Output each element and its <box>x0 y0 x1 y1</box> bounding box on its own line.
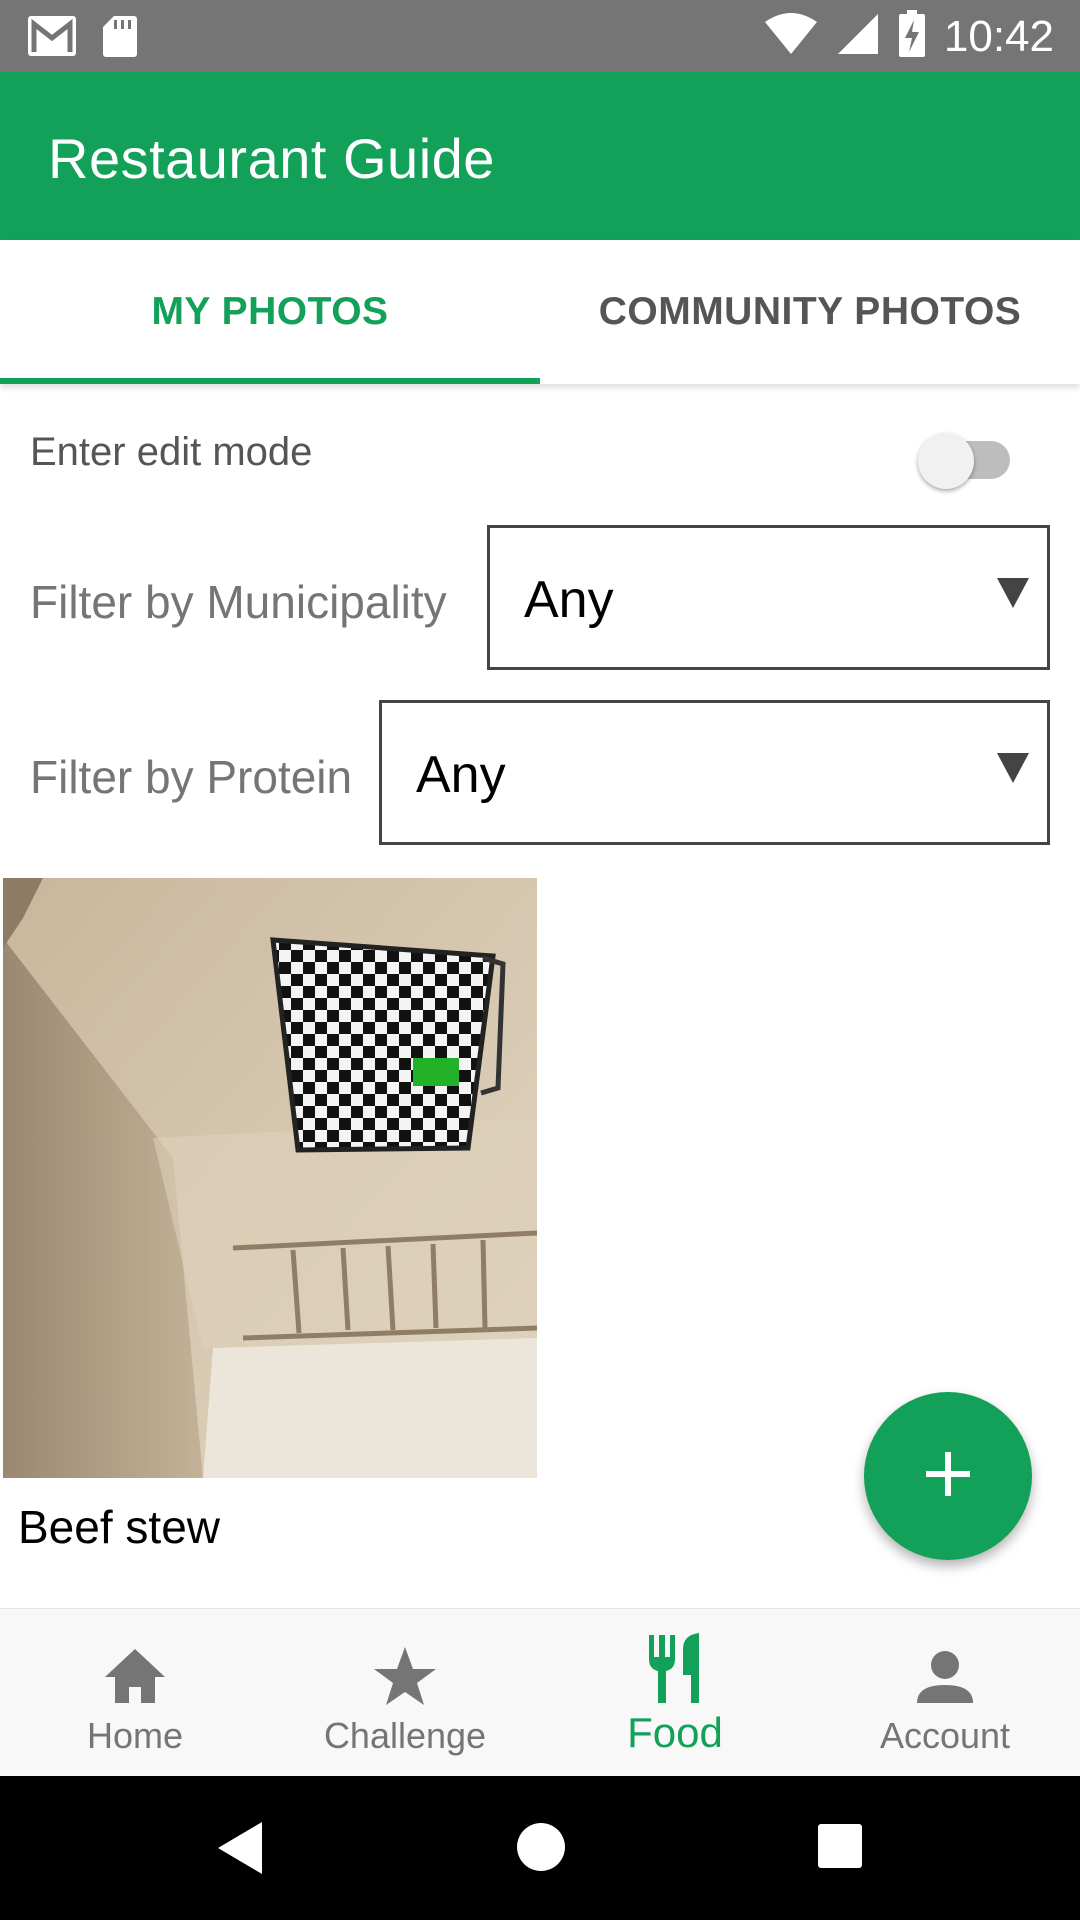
home-circle-icon[interactable] <box>516 1822 566 1877</box>
edit-mode-switch[interactable] <box>918 433 1014 489</box>
tab-indicator <box>0 378 540 384</box>
protein-select[interactable]: Any <box>379 700 1050 845</box>
nav-item-account[interactable]: Account <box>810 1609 1080 1777</box>
status-time: 10:42 <box>943 11 1054 61</box>
nav-item-home[interactable]: Home <box>0 1609 270 1777</box>
app-bar: Restaurant Guide <box>0 72 1080 240</box>
photo-thumbnail[interactable] <box>3 878 537 1478</box>
gmail-icon <box>26 14 78 63</box>
sd-card-icon <box>102 14 138 63</box>
add-photo-button[interactable] <box>864 1392 1032 1560</box>
municipality-select[interactable]: Any <box>487 525 1050 670</box>
fork-knife-icon <box>635 1629 715 1709</box>
star-icon <box>365 1637 445 1717</box>
protein-filter-label: Filter by Protein <box>30 751 353 803</box>
dropdown-arrow-icon <box>997 578 1029 608</box>
dropdown-arrow-icon <box>997 753 1029 783</box>
nav-item-food[interactable]: Food <box>540 1609 810 1777</box>
app-title: Restaurant Guide <box>48 127 495 190</box>
tab-community-photos[interactable]: COMMUNITY PHOTOS <box>540 240 1080 384</box>
back-icon[interactable] <box>216 1820 264 1881</box>
nav-label-food: Food <box>627 1709 723 1756</box>
plus-icon <box>924 1450 972 1503</box>
wifi-icon <box>764 12 818 61</box>
municipality-filter-label: Filter by Municipality <box>30 576 447 628</box>
battery-charging-icon <box>898 10 926 63</box>
photo-caption: Beef stew <box>18 1501 220 1553</box>
nav-label-challenge: Challenge <box>323 1715 487 1756</box>
person-icon <box>905 1637 985 1717</box>
tab-bar: MY PHOTOS COMMUNITY PHOTOS <box>0 240 1080 384</box>
nav-item-challenge[interactable]: Challenge <box>270 1609 540 1777</box>
system-navigation-bar <box>0 1776 1080 1920</box>
switch-thumb <box>918 433 974 489</box>
nav-label-account: Account <box>879 1715 1011 1756</box>
home-icon <box>95 1637 175 1717</box>
protein-select-value: Any <box>416 746 506 804</box>
edit-mode-label: Enter edit mode <box>30 430 313 474</box>
status-bar: 10:42 <box>0 0 1080 72</box>
recents-icon[interactable] <box>818 1824 862 1873</box>
cell-signal-icon <box>836 12 880 61</box>
bottom-navigation: Home Challenge Food Account <box>0 1608 1080 1776</box>
municipality-select-value: Any <box>524 571 614 629</box>
nav-label-home: Home <box>86 1715 184 1756</box>
tab-my-photos[interactable]: MY PHOTOS <box>0 240 540 384</box>
